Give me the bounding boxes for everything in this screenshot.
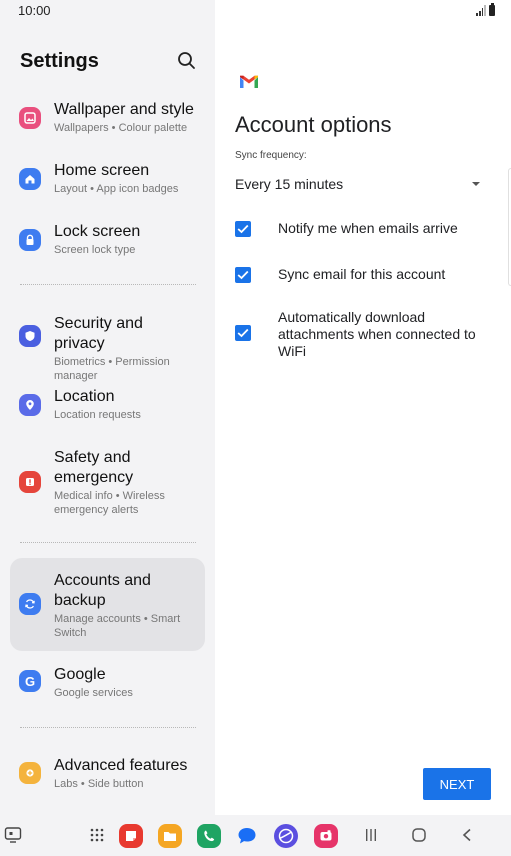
settings-item-subtitle: Biometrics • Permission manager — [54, 356, 170, 382]
chevron-down-icon — [472, 182, 480, 186]
settings-item-subtitle: Layout • App icon badges — [54, 183, 179, 195]
next-button[interactable]: NEXT — [423, 768, 491, 800]
settings-item-home-screen[interactable]: Home screen Layout • App icon badges — [10, 155, 205, 203]
settings-item-subtitle: Google services — [54, 687, 133, 699]
settings-item-lock-screen[interactable]: Lock screen Screen lock type — [10, 216, 205, 264]
settings-item-wallpaper[interactable]: Wallpaper and style Wallpapers • Colour … — [10, 94, 205, 142]
wallpaper-icon — [19, 107, 41, 129]
status-bar: 10:00 — [0, 0, 511, 24]
settings-item-subtitle: Location requests — [54, 409, 141, 421]
settings-item-title: Accounts and backup — [54, 572, 151, 609]
settings-item-title: Advanced features — [54, 757, 188, 774]
divider — [20, 727, 196, 728]
account-options-panel: Account options Sync frequency: Every 15… — [215, 0, 511, 815]
settings-item-title: Safety and emergency — [54, 449, 134, 486]
google-icon: G — [19, 670, 41, 692]
recent-apps-button[interactable] — [364, 828, 378, 847]
auto-download-label: Automatically download attachments when … — [278, 309, 476, 359]
settings-item-title: Wallpaper and style — [54, 101, 194, 118]
screen-recorder-icon[interactable] — [314, 824, 338, 848]
settings-item-title: Security and privacy — [54, 315, 143, 352]
phone-icon[interactable] — [197, 824, 221, 848]
status-time: 10:00 — [18, 3, 51, 18]
search-icon[interactable] — [176, 50, 198, 72]
home-button[interactable] — [411, 827, 427, 848]
taskbar — [0, 815, 511, 856]
settings-item-subtitle: Medical info • Wireless emergency alerts — [54, 490, 165, 516]
sync-frequency-dropdown[interactable]: Every 15 minutes — [235, 170, 485, 198]
signal-icon — [476, 4, 486, 16]
settings-item-accounts-backup[interactable]: Accounts and backup Manage accounts • Sm… — [10, 558, 205, 651]
sync-frequency-value: Every 15 minutes — [235, 176, 344, 192]
settings-item-subtitle: Screen lock type — [54, 244, 136, 256]
notify-label: Notify me when emails arrive — [278, 220, 458, 236]
settings-item-safety[interactable]: Safety and emergency Medical info • Wire… — [10, 442, 205, 522]
desktop-mode-icon[interactable] — [4, 826, 22, 849]
settings-item-subtitle: Manage accounts • Smart Switch — [54, 613, 181, 639]
divider — [20, 542, 196, 543]
battery-icon — [489, 3, 495, 16]
back-button[interactable] — [461, 828, 473, 847]
location-icon — [19, 394, 41, 416]
home-icon — [19, 168, 41, 190]
settings-panel: Settings Wallpaper and style Wallpapers … — [0, 0, 215, 815]
option-auto-download[interactable]: Automatically download attachments when … — [235, 307, 485, 359]
settings-item-title: Lock screen — [54, 223, 141, 240]
lock-icon — [19, 229, 41, 251]
emergency-icon — [19, 471, 41, 493]
settings-item-security[interactable]: Security and privacy Biometrics • Permis… — [10, 307, 205, 382]
gear-plus-icon — [19, 762, 41, 784]
settings-item-title: Google — [54, 666, 106, 683]
sync-frequency-label: Sync frequency: — [235, 150, 307, 161]
gmail-icon — [239, 74, 259, 90]
page-title: Account options — [235, 112, 392, 137]
sync-email-checkbox[interactable] — [235, 267, 251, 283]
settings-item-advanced-features[interactable]: Advanced features Labs • Side button — [10, 750, 205, 798]
sync-email-label: Sync email for this account — [278, 266, 446, 282]
sync-icon — [19, 593, 41, 615]
files-icon[interactable] — [158, 824, 182, 848]
option-sync-email[interactable]: Sync email for this account — [235, 264, 485, 284]
option-notify[interactable]: Notify me when emails arrive — [235, 218, 485, 238]
settings-item-location[interactable]: Location Location requests — [10, 381, 205, 429]
settings-title: Settings — [20, 50, 99, 72]
settings-item-google[interactable]: G Google Google services — [10, 659, 205, 707]
internet-icon[interactable] — [274, 824, 298, 848]
settings-item-title: Location — [54, 388, 115, 405]
settings-item-subtitle: Labs • Side button — [54, 778, 144, 790]
notify-checkbox[interactable] — [235, 221, 251, 237]
shield-icon — [19, 325, 41, 347]
divider — [20, 284, 196, 285]
settings-item-subtitle: Wallpapers • Colour palette — [54, 122, 188, 134]
settings-item-title: Home screen — [54, 162, 150, 179]
auto-download-checkbox[interactable] — [235, 325, 251, 341]
messages-icon[interactable] — [235, 824, 259, 848]
apps-grid-icon[interactable] — [89, 827, 105, 848]
notes-icon[interactable] — [119, 824, 143, 848]
